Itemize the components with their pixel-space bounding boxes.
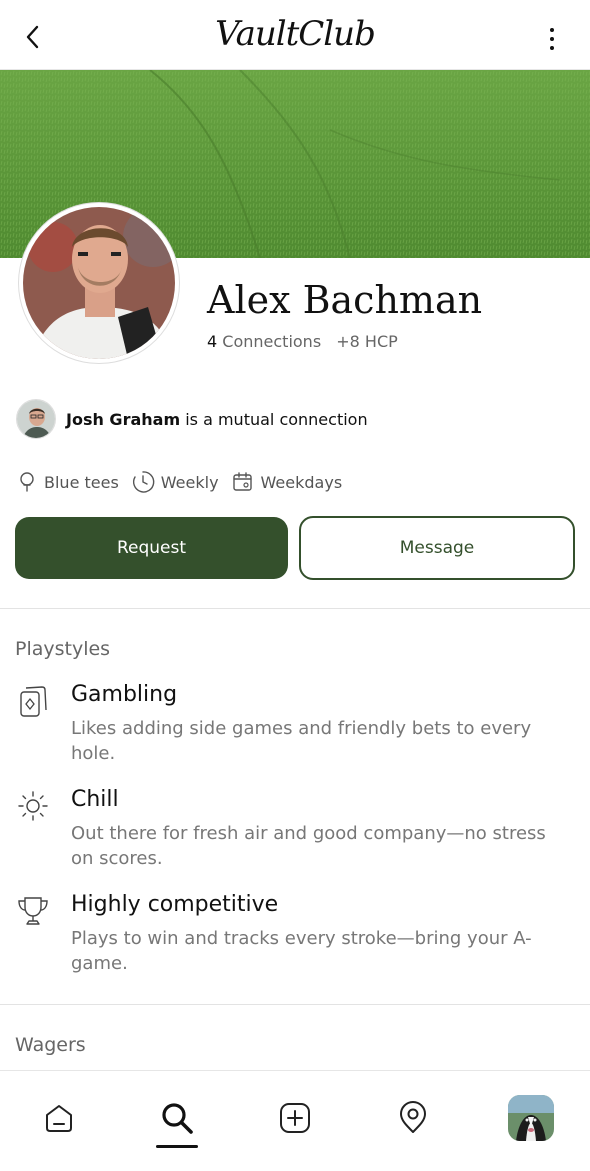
tee-icon	[20, 472, 34, 492]
playstyle-description: Plays to win and tracks every stroke—bri…	[71, 928, 532, 974]
playstyle-name: Chill	[71, 787, 119, 812]
mutual-name[interactable]: Josh Graham	[66, 410, 180, 429]
connections-label[interactable]: Connections	[222, 332, 321, 351]
top-bar: VaultClub	[0, 0, 590, 70]
bottom-nav	[0, 1070, 590, 1171]
location-icon[interactable]	[388, 1093, 438, 1143]
app-logo: VaultClub	[215, 14, 376, 54]
mutual-avatar	[16, 399, 56, 439]
connections-count[interactable]: 4	[207, 332, 217, 351]
add-icon[interactable]	[270, 1093, 320, 1143]
profile-meta: 4 Connections +8 HCP	[207, 332, 398, 351]
handicap-badge: +8 HCP	[336, 332, 398, 351]
playstyles-title: Playstyles	[15, 638, 111, 660]
profile-tab-avatar[interactable]	[506, 1093, 556, 1143]
search-icon[interactable]	[152, 1093, 202, 1143]
sun-icon	[18, 791, 48, 821]
cards-icon	[20, 686, 47, 717]
calendar-icon	[232, 472, 252, 491]
divider	[0, 608, 590, 609]
divider	[0, 1004, 590, 1005]
active-tab-indicator	[156, 1145, 198, 1148]
mutual-suffix: is a mutual connection	[185, 409, 368, 429]
request-button[interactable]: Request	[15, 517, 288, 579]
pref-label: Blue tees	[44, 472, 119, 492]
profile-avatar[interactable]	[19, 203, 179, 363]
pref-label: Weekly	[160, 472, 219, 492]
pref-days: Weekdays	[231, 470, 343, 494]
playstyle-name: Gambling	[71, 682, 178, 707]
playstyle-name: Highly competitive	[71, 892, 279, 917]
more-options-icon[interactable]	[542, 24, 562, 54]
profile-name: Alex Bachman	[207, 278, 483, 322]
pref-frequency: Weekly	[131, 470, 219, 494]
pref-tees: Blue tees	[16, 471, 119, 493]
mutual-connection[interactable]: Josh Graham is a mutual connection	[16, 398, 368, 440]
clock-icon	[132, 471, 155, 493]
pref-label: Weekdays	[260, 472, 343, 492]
preferences-row: Blue tees Weekly Weekdays	[16, 470, 354, 494]
playstyle-description: Out there for fresh air and good company…	[71, 823, 546, 869]
wagers-title: Wagers	[15, 1034, 86, 1056]
trophy-icon	[18, 897, 48, 925]
home-icon[interactable]	[34, 1093, 84, 1143]
message-button[interactable]: Message	[299, 516, 575, 580]
playstyle-description: Likes adding side games and friendly bet…	[71, 718, 532, 764]
